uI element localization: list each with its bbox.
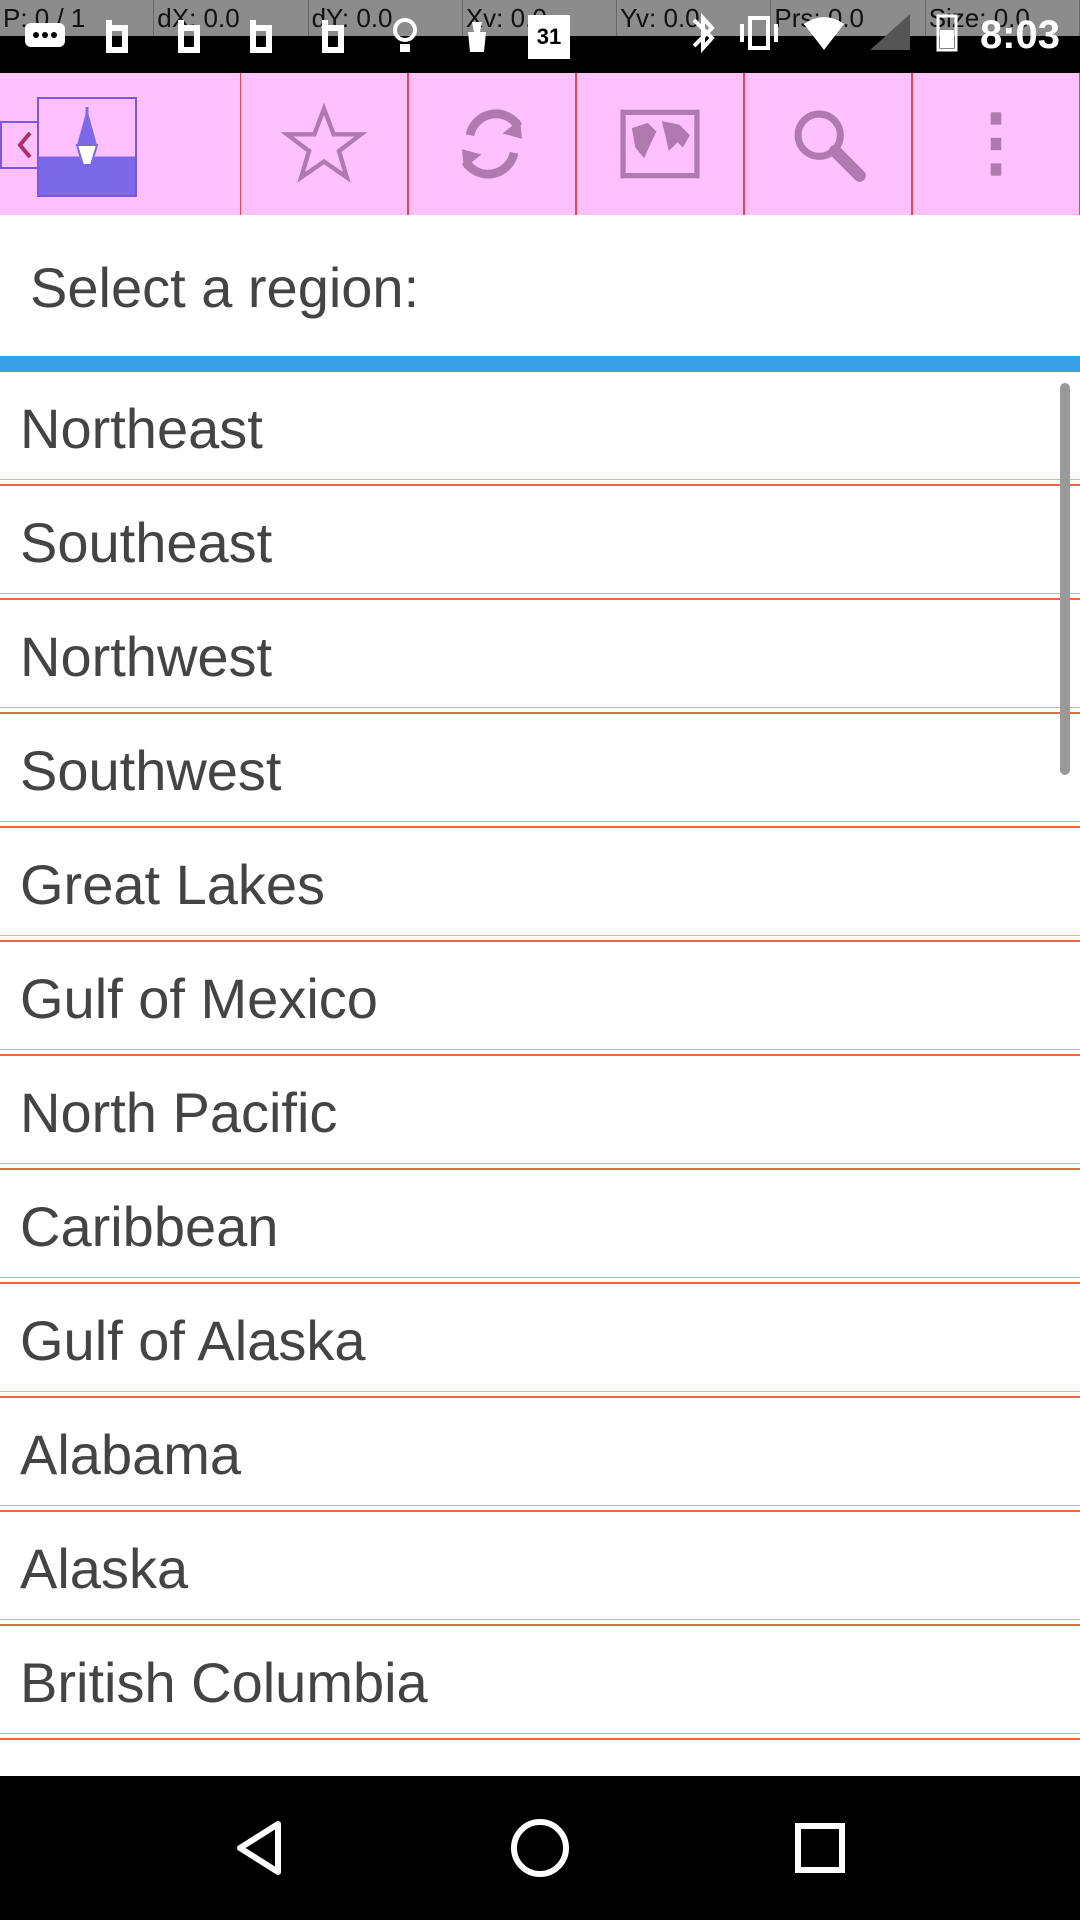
system-navigation-bar [0, 1776, 1080, 1920]
signal-icon [866, 10, 914, 61]
vibrate-icon [736, 10, 782, 61]
list-item[interactable]: Gulf of Alaska [0, 1284, 1080, 1398]
status-right: 8:03 [688, 10, 1060, 61]
region-label: British Columbia [20, 1650, 428, 1714]
back-triangle-icon [237, 1821, 281, 1875]
region-label: Alabama [20, 1422, 242, 1486]
region-label: Great Lakes [20, 852, 326, 916]
battery-icon [932, 10, 962, 61]
clock: 8:03 [979, 13, 1060, 57]
region-header: Select a region: [0, 215, 1080, 355]
notification-icons: 31 [20, 12, 574, 62]
region-label: North Pacific [20, 1080, 338, 1144]
touch-icon [236, 12, 286, 62]
list-scrollbar[interactable] [1060, 383, 1070, 775]
overflow-menu-button[interactable] [912, 73, 1080, 215]
refresh-button[interactable] [408, 73, 576, 215]
nav-back-button[interactable] [210, 1798, 310, 1898]
list-item[interactable]: Alabama [0, 1398, 1080, 1512]
map-button[interactable] [576, 73, 744, 215]
lightbulb-icon [380, 12, 430, 62]
region-label: Gulf of Alaska [20, 1308, 366, 1372]
search-button[interactable] [744, 73, 912, 215]
recents-square-icon [795, 1823, 845, 1873]
list-item[interactable]: Southwest [0, 714, 1080, 828]
overflow-menu-icon [990, 112, 1002, 176]
list-item[interactable]: Alaska [0, 1512, 1080, 1626]
region-label: Caribbean [20, 1194, 279, 1258]
region-label: Northwest [20, 624, 273, 688]
list-item[interactable]: North Pacific [0, 1056, 1080, 1170]
list-item[interactable]: Great Lakes [0, 828, 1080, 942]
home-circle-icon [511, 1819, 569, 1877]
list-item[interactable]: Northwest [0, 600, 1080, 714]
status-bar: P: 0 / 1 dX: 0.0 dY: 0.0 Xv: 0.0 Yv: 0.0… [0, 0, 1080, 73]
touch-icon [308, 12, 358, 62]
wifi-icon [800, 10, 848, 61]
search-icon [794, 110, 866, 182]
nav-home-button[interactable] [490, 1798, 590, 1898]
world-map-icon [620, 109, 700, 179]
touch-icon [92, 12, 142, 62]
region-label: Northeast [20, 396, 263, 460]
list-item[interactable]: British Columbia [0, 1626, 1080, 1740]
region-list: Northeast Southeast Northwest Southwest … [0, 372, 1080, 1782]
page-title: Select a region: [30, 256, 420, 319]
buoy-logo-icon[interactable] [37, 97, 137, 197]
touch-icon [164, 12, 214, 62]
app-toolbar [0, 73, 1080, 216]
star-icon [280, 102, 368, 183]
region-label: Gulf of Mexico [20, 966, 378, 1030]
nav-recents-button[interactable] [770, 1798, 870, 1898]
bluetooth-icon [688, 10, 718, 61]
calendar-icon: 31 [524, 12, 574, 62]
header-divider [0, 356, 1080, 372]
list-item[interactable]: Gulf of Mexico [0, 942, 1080, 1056]
favorites-button[interactable] [240, 73, 408, 215]
region-label: Alaska [20, 1536, 189, 1600]
region-label: Southeast [20, 510, 273, 574]
chess-icon [452, 12, 502, 62]
list-item[interactable]: Caribbean [0, 1170, 1080, 1284]
region-label: Southwest [20, 738, 282, 802]
list-item[interactable]: Southeast [0, 486, 1080, 600]
refresh-icon [461, 109, 523, 179]
message-icon [20, 12, 70, 62]
list-item[interactable]: Northeast [0, 372, 1080, 486]
